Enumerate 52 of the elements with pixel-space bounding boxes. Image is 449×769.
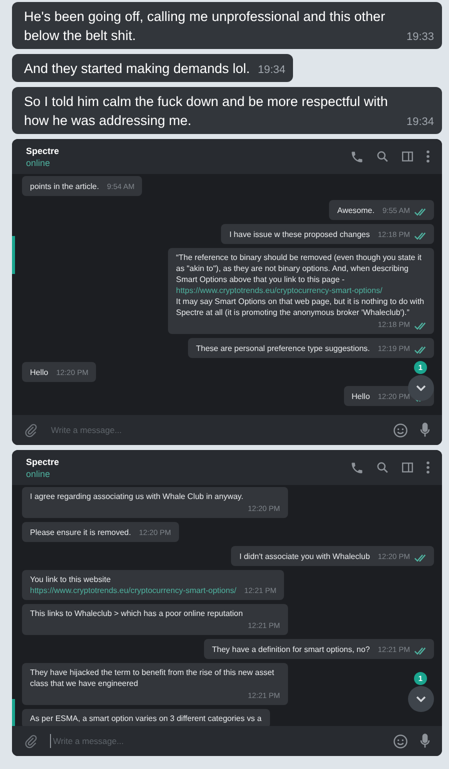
message-text: This links to Whaleclub > which has a poor online reputation (30, 608, 243, 619)
message-text: “The reference to binary should be removed (even though you state it as "akin to"), as they are not binary options. And, when describing Smart Options above that you link to this page - (176, 252, 422, 285)
message-text: I didn't associate you with Whaleclub (239, 551, 370, 562)
message-text: It may say Smart Options on that web page, but it is nothing to do with Spectre at all (it is promoting the anonymous broker 'Whaleclub').” (176, 296, 426, 318)
message-text: They have hijacked the term to benefit from the rise of this new asset class that we have engineered (30, 667, 276, 689)
message-time: 19:34 (258, 63, 286, 78)
message-text: Awesome. (337, 205, 374, 216)
message-text: As per ESMA, a smart option varies on 3 different categories vs a (30, 713, 262, 724)
contact-status: online (26, 156, 52, 168)
more-icon[interactable] (426, 150, 430, 163)
message-link[interactable]: https://www.cryptotrends.eu/cryptocurrency-smart-options/ (30, 585, 236, 596)
contact-name: Spectre (26, 144, 60, 156)
message-text: So I told him calm the fuck down and be more respectful with how he was addressing me. (24, 93, 389, 130)
phone-icon[interactable] (350, 460, 364, 474)
chevron-down-icon (416, 385, 426, 391)
search-icon[interactable] (376, 461, 389, 474)
microphone-icon[interactable] (420, 733, 430, 749)
contact-name: Spectre (26, 456, 60, 468)
message-input[interactable]: Write a message... (50, 734, 381, 748)
sidebar-icon[interactable] (401, 461, 414, 474)
message-text: I agree regarding associating us with Whale Club in anyway. (30, 491, 244, 502)
message-text: Hello (352, 391, 370, 402)
message-text: He's been going off, calling me unprofessional and this other below the belt shit. (24, 8, 386, 45)
message-text: I have issue w these proposed changes (229, 229, 370, 240)
side-marker (12, 699, 15, 726)
smiley-icon[interactable] (393, 422, 408, 438)
smiley-icon[interactable] (393, 734, 408, 748)
message-time: 19:33 (406, 30, 434, 45)
message-input[interactable]: Write a message... (50, 423, 381, 437)
paperclip-icon[interactable] (24, 734, 38, 748)
scroll-down-button[interactable] (408, 686, 434, 712)
search-icon[interactable] (376, 150, 389, 163)
side-marker (12, 236, 15, 274)
scroll-down-button[interactable] (408, 375, 434, 401)
chevron-down-icon (416, 696, 426, 702)
message-text: These are personal preference type suggestions. (196, 343, 370, 354)
message-composer[interactable]: Write a message... (12, 415, 442, 445)
message-text: And they started making demands lol. (24, 60, 250, 78)
paperclip-icon[interactable] (24, 422, 38, 438)
more-icon[interactable] (426, 461, 430, 474)
message-text: Hello (30, 367, 48, 378)
message-text: They have a definition for smart options, no? (212, 644, 370, 655)
message-text: Please ensure it is removed. (30, 527, 131, 538)
microphone-icon[interactable] (420, 422, 430, 438)
message-time: 19:34 (406, 115, 434, 130)
message-composer[interactable]: Write a message... (12, 726, 442, 756)
message-text: You link to this website (30, 574, 112, 585)
message-text: points in the article. (30, 181, 99, 192)
sidebar-icon[interactable] (401, 150, 414, 163)
phone-icon[interactable] (350, 150, 364, 164)
contact-status: online (26, 468, 52, 480)
message-link[interactable]: https://www.cryptotrends.eu/cryptocurrency-smart-options/ (176, 285, 426, 296)
